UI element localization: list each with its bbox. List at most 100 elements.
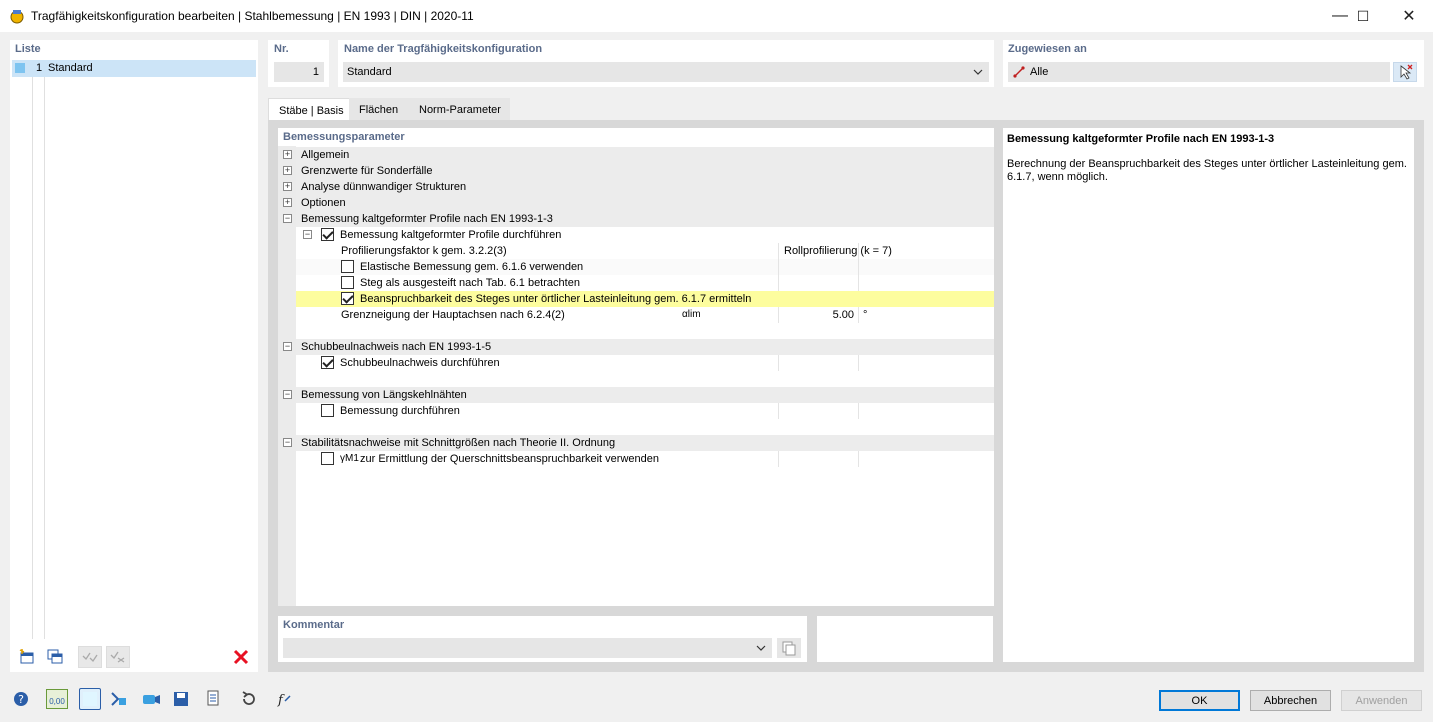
- grenzneigung-unit: °: [863, 309, 868, 321]
- group-kaltgeformt[interactable]: − Bemessung kaltgeformter Profile nach E…: [283, 211, 994, 227]
- info-title: Bemessung kaltgeformter Profile nach EN …: [1007, 133, 1275, 145]
- group-allgemein[interactable]: + Allgemein: [283, 147, 994, 163]
- member-icon: [1013, 66, 1025, 78]
- help-icon: ?: [14, 692, 28, 706]
- nr-field[interactable]: 1: [274, 62, 324, 82]
- group-label: Grenzwerte für Sonderfälle: [301, 165, 433, 177]
- document-icon: [207, 690, 219, 706]
- tab-flaechen[interactable]: Flächen: [349, 98, 409, 120]
- parameters-tree: Bemessungsparameter + Allgemein + Grenzw…: [278, 128, 994, 606]
- tab-norm-parameter[interactable]: Norm-Parameter: [409, 98, 510, 120]
- profilierungsfaktor-value[interactable]: Rollprofilierung (k = 7): [784, 243, 892, 259]
- save-icon: [174, 692, 188, 706]
- function-button[interactable]: f: [273, 688, 295, 710]
- group-stabilitaet[interactable]: − Stabilitätsnachweise mit Schnittgrößen…: [283, 435, 994, 451]
- tab-staebe-basis[interactable]: Stäbe | Basis: [268, 98, 350, 121]
- expand-icon[interactable]: +: [283, 150, 292, 159]
- check-all-button[interactable]: [78, 646, 102, 668]
- group-label: Bemessung kaltgeformter Profile nach EN …: [301, 213, 553, 225]
- assigned-header: Zugewiesen an: [1008, 43, 1087, 55]
- collapse-icon[interactable]: −: [283, 438, 292, 447]
- expand-icon[interactable]: +: [283, 166, 292, 175]
- reset-button[interactable]: [238, 688, 260, 710]
- row-beanspruchbarkeit[interactable]: Beanspruchbarkeit des Steges unter örtli…: [296, 291, 994, 307]
- assigned-field[interactable]: Alle: [1008, 62, 1390, 82]
- checkbox-elastische[interactable]: [341, 260, 354, 273]
- window-title: Tragfähigkeitskonfiguration bearbeiten |…: [31, 9, 474, 23]
- checkbox-gamma-m1[interactable]: [321, 452, 334, 465]
- grenzneigung-value[interactable]: 5.00: [784, 307, 856, 323]
- assigned-panel: Zugewiesen an Alle: [1003, 40, 1424, 87]
- list-item[interactable]: 1 Standard: [12, 60, 256, 77]
- delete-button[interactable]: [229, 646, 253, 668]
- list-header: Liste: [15, 43, 41, 55]
- units-button[interactable]: 0,00: [45, 688, 69, 710]
- params-header: Bemessungsparameter: [283, 131, 405, 143]
- group-optionen[interactable]: + Optionen: [283, 195, 994, 211]
- row-label: Beanspruchbarkeit des Steges unter örtli…: [360, 293, 752, 305]
- checkbox-kalt-durchfuehren[interactable]: [321, 228, 334, 241]
- name-value: Standard: [347, 66, 392, 78]
- row-kalt-durchfuehren[interactable]: − Bemessung kaltgeformter Profile durchf…: [296, 227, 994, 243]
- checkbox-beanspruchbarkeit[interactable]: [341, 292, 354, 305]
- view-icon: [143, 695, 160, 704]
- collapse-icon[interactable]: −: [283, 214, 292, 223]
- units-icon: 0,00: [46, 689, 68, 709]
- ok-button[interactable]: OK: [1159, 690, 1240, 711]
- copy-item-button[interactable]: [43, 646, 67, 668]
- apply-button[interactable]: Anwenden: [1341, 690, 1422, 711]
- copy-icon: [782, 641, 796, 656]
- collapse-icon[interactable]: −: [283, 342, 292, 351]
- app-icon: [10, 10, 24, 24]
- new-item-icon: [19, 649, 34, 664]
- row-gamma-m1[interactable]: γM1 zur Ermittlung der Querschnittsbeans…: [296, 451, 994, 467]
- checkbox-schubbeul-durchfuehren[interactable]: [321, 356, 334, 369]
- uncheck-icon: [110, 651, 125, 663]
- name-dropdown[interactable]: Standard: [343, 62, 989, 82]
- export-button[interactable]: [203, 688, 225, 710]
- new-item-button[interactable]: [15, 646, 39, 668]
- row-elastische[interactable]: Elastische Bemessung gem. 6.1.6 verwende…: [296, 259, 994, 275]
- close-button[interactable]: ✕: [1386, 0, 1432, 32]
- expand-icon[interactable]: +: [283, 182, 292, 191]
- color-button[interactable]: [79, 688, 101, 710]
- group-grenzwerte[interactable]: + Grenzwerte für Sonderfälle: [283, 163, 994, 179]
- select-members-button[interactable]: [1393, 62, 1417, 82]
- function-icon: f: [277, 693, 291, 708]
- row-laengs-durchfuehren[interactable]: Bemessung durchführen: [296, 403, 994, 419]
- group-label: Analyse dünnwandiger Strukturen: [301, 181, 467, 193]
- expand-icon[interactable]: +: [283, 198, 292, 207]
- row-label: Grenzneigung der Hauptachsen nach 6.2.4(…: [341, 309, 565, 321]
- row-steg[interactable]: Steg als ausgesteift nach Tab. 6.1 betra…: [296, 275, 994, 291]
- structure-button[interactable]: [107, 688, 129, 710]
- comment-library-button[interactable]: [777, 638, 801, 658]
- svg-text:?: ?: [18, 693, 24, 706]
- group-label: Allgemein: [301, 149, 350, 161]
- group-label: Optionen: [301, 197, 346, 209]
- comment-header: Kommentar: [283, 619, 345, 631]
- delete-icon: [233, 649, 249, 665]
- uncheck-button[interactable]: [106, 646, 130, 668]
- help-button[interactable]: ?: [10, 688, 32, 710]
- list-item-label: Standard: [48, 62, 93, 74]
- group-schubbeul[interactable]: − Schubbeulnachweis nach EN 1993-1-5: [283, 339, 994, 355]
- view-button[interactable]: [140, 688, 162, 710]
- row-grenzneigung[interactable]: Grenzneigung der Hauptachsen nach 6.2.4(…: [296, 307, 994, 323]
- comment-panel: Kommentar: [278, 616, 807, 662]
- save-button[interactable]: [170, 688, 192, 710]
- comment-input[interactable]: [283, 638, 772, 658]
- row-label: Profilierungsfaktor k gem. 3.2.2(3): [341, 245, 507, 257]
- cancel-button[interactable]: Abbrechen: [1250, 690, 1331, 711]
- list-panel: Liste 1 Standard: [10, 40, 258, 672]
- maximize-button[interactable]: ☐: [1340, 0, 1386, 32]
- group-laengskehlnaehte[interactable]: − Bemessung von Längskehlnähten: [283, 387, 994, 403]
- group-analyse[interactable]: + Analyse dünnwandiger Strukturen: [283, 179, 994, 195]
- row-profilierungsfaktor[interactable]: Profilierungsfaktor k gem. 3.2.2(3) Roll…: [296, 243, 994, 259]
- collapse-icon[interactable]: −: [283, 390, 292, 399]
- close-icon: ✕: [1402, 8, 1416, 25]
- row-schubbeul-durchfuehren[interactable]: Schubbeulnachweis durchführen: [296, 355, 994, 371]
- collapse-icon[interactable]: −: [303, 230, 312, 239]
- checkbox-steg[interactable]: [341, 276, 354, 289]
- row-label: Steg als ausgesteift nach Tab. 6.1 betra…: [360, 277, 580, 289]
- checkbox-laengs-durchfuehren[interactable]: [321, 404, 334, 417]
